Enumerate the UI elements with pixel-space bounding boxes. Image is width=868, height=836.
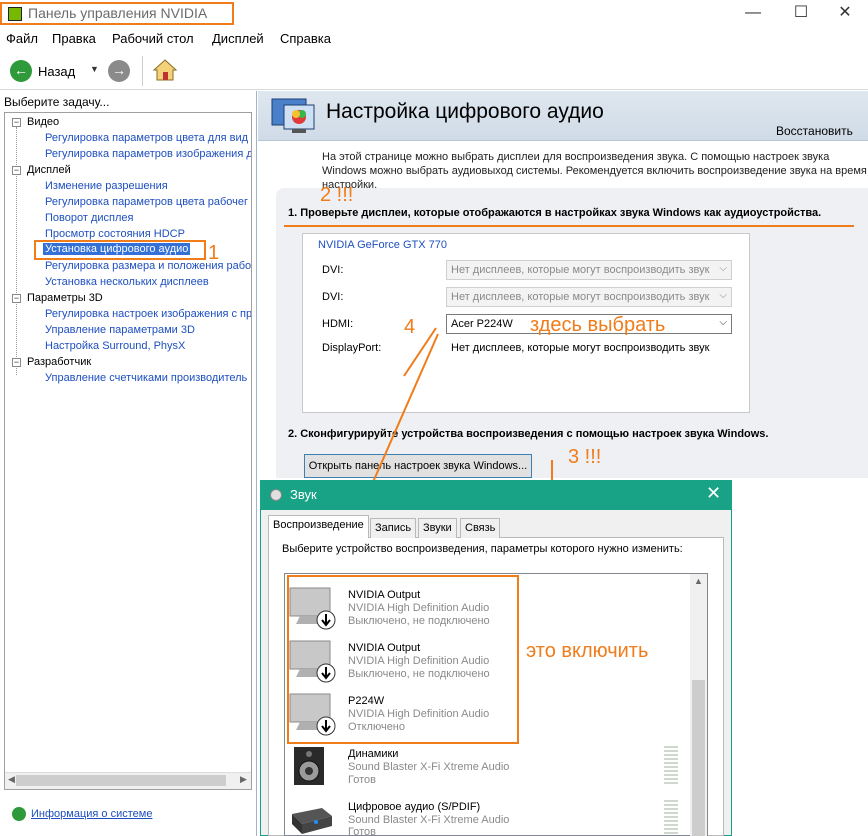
- tab-sounds[interactable]: Звуки: [418, 518, 457, 538]
- level-meter: [664, 800, 678, 836]
- device-status: Готов: [348, 774, 376, 786]
- device-list-scroll-thumb[interactable]: [692, 680, 705, 836]
- level-meter: [664, 746, 678, 786]
- sound-dialog-titlebar: [260, 480, 732, 510]
- playback-description: Выберите устройство воспроизведения, пар…: [282, 543, 683, 555]
- tab-recording[interactable]: Запись: [370, 518, 417, 538]
- device-driver: Sound Blaster X-Fi Xtreme Audio: [348, 761, 510, 773]
- device-driver: Sound Blaster X-Fi Xtreme Audio: [348, 814, 510, 826]
- close-icon[interactable]: ✕: [706, 483, 721, 504]
- tab-playback[interactable]: Воспроизведение: [268, 515, 369, 538]
- annotation-enable-this: это включить: [526, 640, 649, 662]
- speaker-icon: [290, 745, 332, 785]
- annotation-device-box: [287, 575, 519, 744]
- scroll-up-icon[interactable]: ▲: [694, 576, 703, 586]
- speaker-icon: [270, 489, 282, 501]
- spdif-icon: [288, 800, 332, 836]
- device-name[interactable]: Цифровое аудио (S/PDIF): [348, 801, 480, 813]
- device-name[interactable]: Динамики: [348, 748, 398, 760]
- tab-communications[interactable]: Связь: [460, 518, 501, 538]
- sound-dialog-title: Звук: [290, 487, 317, 502]
- device-status: Готов: [348, 826, 376, 836]
